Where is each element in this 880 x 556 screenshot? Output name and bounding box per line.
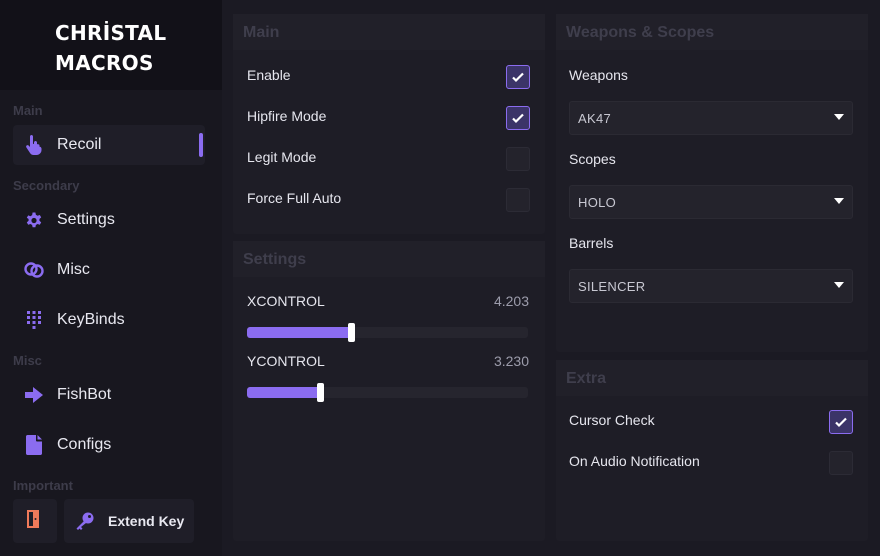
xcontrol-label: XCONTROL <box>247 293 325 309</box>
scopes-label: Scopes <box>569 151 616 167</box>
enable-checkbox[interactable] <box>506 65 530 89</box>
option-hipfire-label: Hipfire Mode <box>247 108 327 124</box>
sidebar: CHRİSTAL MACROS Main Recoil Secondary Se… <box>0 0 222 556</box>
section-important-label: Important <box>13 478 73 493</box>
scopes-select[interactable]: HOLO <box>569 185 853 219</box>
sidebar-item-settings[interactable]: Settings <box>13 200 205 240</box>
brand-line-2: MACROS <box>55 51 154 75</box>
weapons-label: Weapons <box>569 67 628 83</box>
sidebar-item-configs[interactable]: Configs <box>13 425 205 465</box>
link-icon <box>23 259 45 281</box>
ycontrol-value: 3.230 <box>493 353 529 369</box>
caret-down-icon <box>834 114 844 120</box>
sidebar-item-label: KeyBinds <box>57 311 125 328</box>
legit-mode-checkbox[interactable] <box>506 147 530 171</box>
option-enable-label: Enable <box>247 67 291 83</box>
brand-area: CHRİSTAL MACROS <box>0 0 222 90</box>
hipfire-mode-checkbox[interactable] <box>506 106 530 130</box>
checkmark-icon <box>512 72 524 83</box>
main-panel-title: Main <box>243 24 280 41</box>
door-exit-icon <box>26 509 44 533</box>
audio-notification-checkbox[interactable] <box>829 451 853 475</box>
keypad-icon <box>23 309 45 331</box>
barrels-select[interactable]: SILENCER <box>569 269 853 303</box>
sidebar-item-label: Configs <box>57 436 112 453</box>
main-panel-header <box>233 14 545 50</box>
weapons-scopes-panel: Weapons & Scopes Weapons AK47 Scopes HOL… <box>556 14 868 352</box>
hand-pointer-icon <box>23 134 45 156</box>
settings-panel: Settings XCONTROL 4.203 YCONTROL 3.230 <box>233 241 545 541</box>
xcontrol-slider-knob[interactable] <box>348 323 355 342</box>
extra-panel-title: Extra <box>566 370 607 387</box>
weapons-select-value: AK47 <box>578 111 612 126</box>
xcontrol-value: 4.203 <box>493 293 529 309</box>
logout-button[interactable] <box>13 499 57 543</box>
barrels-select-value: SILENCER <box>578 279 646 294</box>
section-misc-label: Misc <box>13 353 42 368</box>
audio-notification-label: On Audio Notification <box>569 453 700 469</box>
section-main-label: Main <box>13 103 43 118</box>
arrow-right-icon <box>23 384 45 406</box>
main-panel: Main Enable Hipfire Mode Legit Mode Forc… <box>233 14 545 234</box>
sidebar-item-recoil[interactable]: Recoil <box>13 125 205 165</box>
checkmark-icon <box>835 417 847 428</box>
brand-line-1: CHRİSTAL <box>55 21 167 45</box>
ycontrol-slider-fill <box>247 387 320 398</box>
cursor-check-checkbox[interactable] <box>829 410 853 434</box>
checkmark-icon <box>512 113 524 124</box>
scopes-select-value: HOLO <box>578 195 617 210</box>
extend-key-label: Extend Key <box>108 513 185 529</box>
brand-logo: CHRİSTAL MACROS <box>55 18 166 78</box>
settings-panel-title: Settings <box>243 251 307 268</box>
sidebar-item-label: Misc <box>57 261 90 278</box>
sidebar-item-label: Settings <box>57 211 115 228</box>
ycontrol-label: YCONTROL <box>247 353 325 369</box>
xcontrol-slider[interactable] <box>247 323 528 342</box>
weapons-select[interactable]: AK47 <box>569 101 853 135</box>
ycontrol-slider[interactable] <box>247 383 528 402</box>
option-force-auto-label: Force Full Auto <box>247 190 342 206</box>
force-full-auto-checkbox[interactable] <box>506 188 530 212</box>
xcontrol-slider-fill <box>247 327 351 338</box>
sidebar-item-label: Recoil <box>57 136 102 153</box>
extra-panel: Extra Cursor Check On Audio Notification <box>556 360 868 541</box>
gear-icon <box>23 209 45 231</box>
option-legit-label: Legit Mode <box>247 149 317 165</box>
sidebar-item-misc[interactable]: Misc <box>13 250 205 290</box>
weapons-panel-title: Weapons & Scopes <box>566 24 715 41</box>
active-indicator <box>199 133 203 157</box>
caret-down-icon <box>834 282 844 288</box>
key-icon <box>74 510 96 532</box>
caret-down-icon <box>834 198 844 204</box>
section-secondary-label: Secondary <box>13 178 80 193</box>
ycontrol-slider-knob[interactable] <box>317 383 324 402</box>
file-icon <box>23 434 45 456</box>
sidebar-item-fishbot[interactable]: FishBot <box>13 375 205 415</box>
sidebar-item-keybinds[interactable]: KeyBinds <box>13 300 205 340</box>
cursor-check-label: Cursor Check <box>569 412 655 428</box>
extend-key-button[interactable]: Extend Key <box>64 499 194 543</box>
sidebar-item-label: FishBot <box>57 386 112 403</box>
barrels-label: Barrels <box>569 235 614 251</box>
